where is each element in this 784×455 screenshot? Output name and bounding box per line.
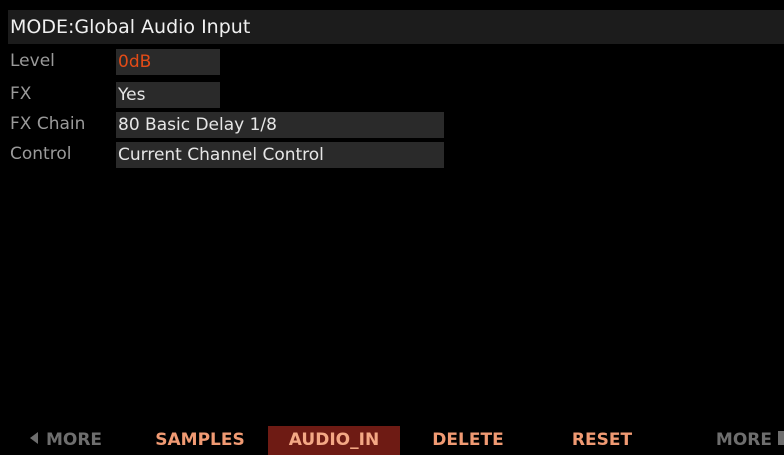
param-row-level: Level 0dB xyxy=(8,47,784,75)
param-row-fx-chain: FX Chain 80 Basic Delay 1/8 xyxy=(8,110,784,138)
audio-in-button[interactable]: AUDIO_IN xyxy=(268,426,400,455)
param-label-fx-chain: FX Chain xyxy=(10,114,86,134)
param-row-fx: FX Yes xyxy=(8,80,784,108)
mode-title-bar: MODE:Global Audio Input xyxy=(8,10,784,44)
param-value-control[interactable]: Current Channel Control xyxy=(116,142,444,168)
triangle-left-icon xyxy=(29,432,38,444)
delete-button[interactable]: DELETE xyxy=(402,426,534,455)
page-title: MODE:Global Audio Input xyxy=(10,16,251,38)
more-right-label: MORE xyxy=(715,430,772,450)
samples-label: SAMPLES xyxy=(155,430,245,450)
reset-label: RESET xyxy=(571,430,633,450)
delete-label: DELETE xyxy=(432,430,504,450)
reset-button[interactable]: RESET xyxy=(536,426,668,455)
triangle-right-icon xyxy=(778,431,784,445)
param-row-control: Control Current Channel Control xyxy=(8,140,784,168)
param-label-control: Control xyxy=(10,144,72,164)
param-value-level[interactable]: 0dB xyxy=(116,49,220,75)
param-value-fx[interactable]: Yes xyxy=(116,82,220,108)
more-left-label: MORE xyxy=(45,430,103,450)
param-value-fx-chain[interactable]: 80 Basic Delay 1/8 xyxy=(116,112,444,138)
samples-button[interactable]: SAMPLES xyxy=(134,426,266,455)
more-right-button[interactable]: MORE xyxy=(670,426,784,455)
audio-in-label: AUDIO_IN xyxy=(288,430,380,450)
param-label-level: Level xyxy=(10,51,55,71)
more-left-button[interactable]: MORE xyxy=(0,426,132,455)
param-label-fx: FX xyxy=(10,84,32,104)
soft-button-bar: MORE SAMPLES AUDIO_IN DELETE RESET MORE xyxy=(0,426,784,455)
